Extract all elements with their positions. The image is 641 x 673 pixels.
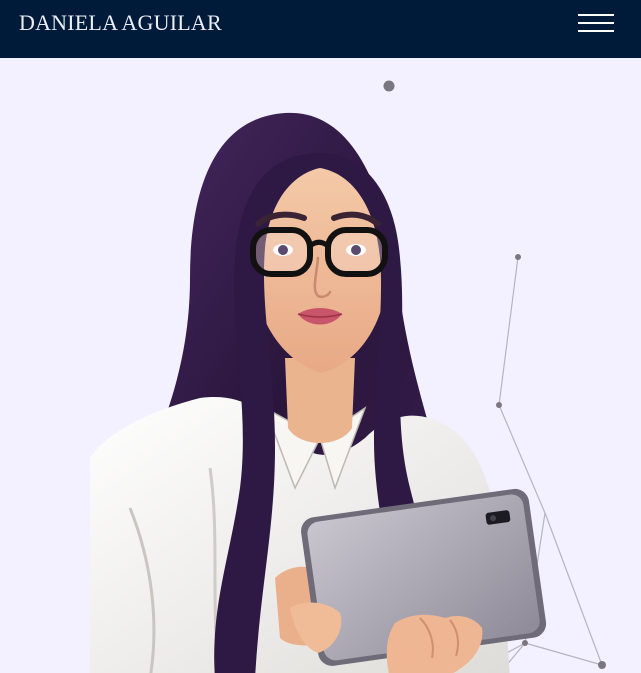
menu-bar bbox=[578, 30, 614, 32]
woman-with-glasses-holding-tablet-illustration bbox=[90, 112, 547, 673]
network-node bbox=[383, 80, 395, 92]
network-node bbox=[598, 661, 606, 669]
hero-section bbox=[0, 58, 641, 673]
menu-bar bbox=[578, 22, 614, 24]
hamburger-menu-icon[interactable] bbox=[578, 12, 614, 36]
brand-name[interactable]: DANIELA AGUILAR bbox=[19, 10, 222, 36]
top-navbar: DANIELA AGUILAR bbox=[0, 0, 641, 58]
menu-bar bbox=[578, 14, 614, 16]
